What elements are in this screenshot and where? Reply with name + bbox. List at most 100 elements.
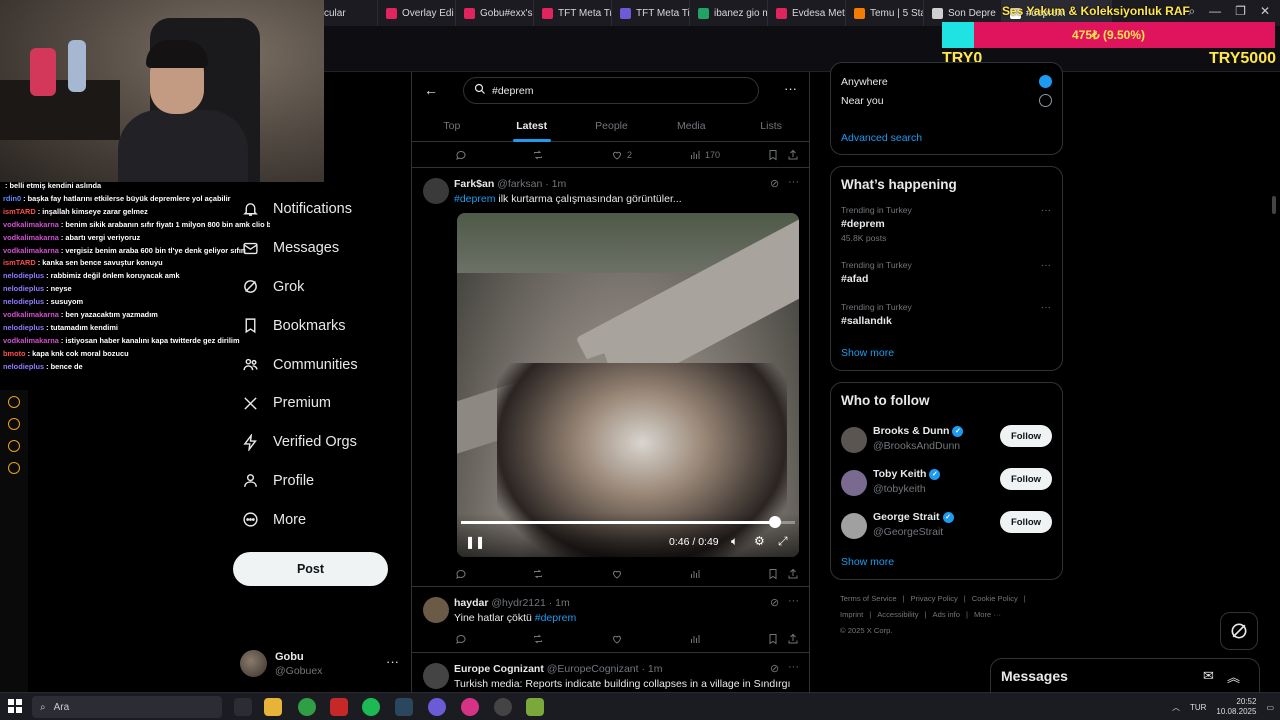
hashtag-link[interactable]: #deprem bbox=[535, 612, 576, 624]
avatar[interactable] bbox=[423, 663, 449, 689]
volume-icon[interactable]: 🔈︎ bbox=[731, 534, 738, 549]
chat-username[interactable]: ismTARD bbox=[3, 258, 36, 267]
browser-tab[interactable]: Gobu#exx's bbox=[456, 0, 534, 26]
discord-icon[interactable] bbox=[428, 698, 446, 716]
nav-item-premium[interactable]: Premium bbox=[232, 384, 402, 423]
reply-icon[interactable] bbox=[455, 633, 467, 645]
windows-start-icon[interactable] bbox=[8, 699, 22, 713]
trend-item[interactable]: Trending in Turkey #sallandık ··· bbox=[841, 302, 1051, 327]
chat-username[interactable]: vodkalimakarna bbox=[3, 233, 59, 242]
nav-item-more[interactable]: More bbox=[232, 500, 402, 539]
new-message-icon[interactable]: ✉ bbox=[1203, 668, 1214, 684]
tab-top[interactable]: Top bbox=[412, 112, 492, 141]
nav-item-communities[interactable]: Communities bbox=[232, 345, 402, 384]
tweet-author[interactable]: Europe Cognizant bbox=[454, 663, 544, 675]
show-more-link[interactable]: Show more bbox=[841, 347, 894, 359]
video-player[interactable]: ❚❚ 0:46 / 0:49 🔈︎ ⚙ ⤢ bbox=[457, 213, 799, 557]
chat-username[interactable]: nelodieplus bbox=[3, 362, 44, 371]
show-more-link[interactable]: Show more bbox=[841, 556, 894, 568]
like-icon[interactable] bbox=[611, 633, 623, 645]
reply-icon[interactable] bbox=[455, 568, 467, 580]
tab-media[interactable]: Media bbox=[651, 112, 731, 141]
taskbar-search[interactable]: ⌕ Ara bbox=[32, 696, 222, 718]
footer-link[interactable]: Cookie Policy bbox=[972, 594, 1018, 603]
tab-lists[interactable]: Lists bbox=[731, 112, 809, 141]
footer-link[interactable]: Ads info bbox=[933, 610, 960, 619]
search-input[interactable] bbox=[492, 84, 742, 97]
scrollbar-thumb[interactable] bbox=[1272, 196, 1276, 214]
follow-button[interactable]: Follow bbox=[1000, 468, 1052, 490]
views-button[interactable]: 170 bbox=[689, 149, 720, 161]
opera-gx-icon[interactable] bbox=[461, 698, 479, 716]
follow-suggestion[interactable]: Toby Keith ✓ @tobykeith Follow bbox=[841, 468, 1055, 504]
trend-item[interactable]: Trending in Turkey #afad ··· bbox=[841, 260, 1051, 285]
clock-icon[interactable] bbox=[8, 396, 20, 408]
suggestion-name[interactable]: Brooks & Dunn ✓ bbox=[873, 425, 964, 437]
footer-link[interactable]: More ··· bbox=[974, 610, 1001, 619]
nav-item-verified-orgs[interactable]: Verified Orgs bbox=[232, 423, 402, 462]
spotify-icon[interactable] bbox=[362, 698, 380, 716]
task-view-icon[interactable] bbox=[234, 698, 252, 716]
advanced-search-link[interactable]: Advanced search bbox=[841, 132, 922, 144]
steam-icon[interactable] bbox=[395, 698, 413, 716]
clock[interactable]: 20:52 10.08.2025 bbox=[1216, 697, 1256, 717]
more-dots-icon[interactable]: ··· bbox=[784, 81, 797, 96]
avatar[interactable] bbox=[423, 178, 449, 204]
more-dots-icon[interactable]: ··· bbox=[788, 661, 799, 673]
video-seek-handle[interactable] bbox=[768, 516, 781, 528]
repost-icon[interactable] bbox=[532, 568, 544, 580]
nav-item-profile[interactable]: Profile bbox=[232, 462, 402, 501]
suggestion-handle[interactable]: @tobykeith bbox=[873, 483, 926, 495]
like-icon[interactable] bbox=[611, 568, 623, 580]
location-option-anywhere[interactable]: Anywhere bbox=[841, 76, 888, 88]
location-option-near-you[interactable]: Near you bbox=[841, 95, 884, 107]
browser-tab[interactable]: Evdesa Met bbox=[768, 0, 846, 26]
more-dots-icon[interactable]: ··· bbox=[788, 176, 799, 188]
clock-icon[interactable] bbox=[8, 418, 20, 430]
tab-people[interactable]: People bbox=[572, 112, 652, 141]
back-arrow-icon[interactable]: ← bbox=[424, 82, 438, 98]
grok-icon[interactable]: ⊘ bbox=[770, 177, 779, 190]
share-icon[interactable] bbox=[787, 633, 799, 645]
more-dots-icon[interactable]: ··· bbox=[788, 595, 799, 607]
browser-tab[interactable]: ibanez gio m bbox=[690, 0, 768, 26]
radio-anywhere[interactable] bbox=[1039, 75, 1052, 88]
bookmark-icon[interactable] bbox=[767, 149, 779, 161]
post-button[interactable]: Post bbox=[233, 552, 388, 586]
expand-icon[interactable]: ︽ bbox=[1227, 667, 1240, 686]
file-explorer-icon[interactable] bbox=[264, 698, 282, 716]
tab-latest[interactable]: Latest bbox=[492, 112, 572, 142]
avatar[interactable] bbox=[841, 470, 867, 496]
pause-icon[interactable]: ❚❚ bbox=[465, 535, 485, 549]
views-icon[interactable] bbox=[689, 568, 701, 580]
cube-icon[interactable] bbox=[8, 440, 20, 452]
more-dots-icon[interactable]: ··· bbox=[1041, 302, 1051, 313]
browser-tab[interactable]: Temu | 5 Sta bbox=[846, 0, 924, 26]
browser-tab[interactable]: TFT Meta Ti bbox=[612, 0, 690, 26]
share-icon[interactable] bbox=[787, 568, 799, 580]
gear-icon[interactable]: ⚙ bbox=[754, 534, 765, 548]
views-icon[interactable] bbox=[689, 633, 701, 645]
grok-icon[interactable]: ⊘ bbox=[770, 596, 779, 609]
messages-drawer[interactable]: Messages ✉ ︽ bbox=[990, 658, 1260, 694]
chevron-up-icon[interactable]: ︿ bbox=[1172, 702, 1180, 713]
tweet-author[interactable]: haydar bbox=[454, 597, 488, 609]
chat-username[interactable]: nelodieplus bbox=[3, 284, 44, 293]
chat-username[interactable]: rdin0 bbox=[3, 194, 21, 203]
tweet-handle[interactable]: @EuropeCognizant bbox=[547, 663, 639, 675]
input-language[interactable]: TUR bbox=[1190, 703, 1206, 712]
bookmark-icon[interactable] bbox=[767, 568, 779, 580]
notification-icon[interactable]: ▭ bbox=[1266, 703, 1274, 712]
avatar[interactable] bbox=[841, 427, 867, 453]
more-dots-icon[interactable]: ··· bbox=[1041, 205, 1051, 216]
footer-link[interactable]: Imprint bbox=[840, 610, 863, 619]
follow-suggestion[interactable]: Brooks & Dunn ✓ @BrooksAndDunn Follow bbox=[841, 425, 1055, 461]
tweet-handle[interactable]: @farksan bbox=[497, 178, 542, 190]
hashtag-link[interactable]: #deprem bbox=[454, 193, 495, 205]
suggestion-name[interactable]: Toby Keith ✓ bbox=[873, 468, 941, 480]
follow-button[interactable]: Follow bbox=[1000, 425, 1052, 447]
follow-button[interactable]: Follow bbox=[1000, 511, 1052, 533]
chat-username[interactable]: nelodieplus bbox=[3, 297, 44, 306]
obs-icon[interactable] bbox=[494, 698, 512, 716]
tweet[interactable]: Europe Cognizant @EuropeCognizant · 1m ⊘… bbox=[412, 652, 809, 692]
